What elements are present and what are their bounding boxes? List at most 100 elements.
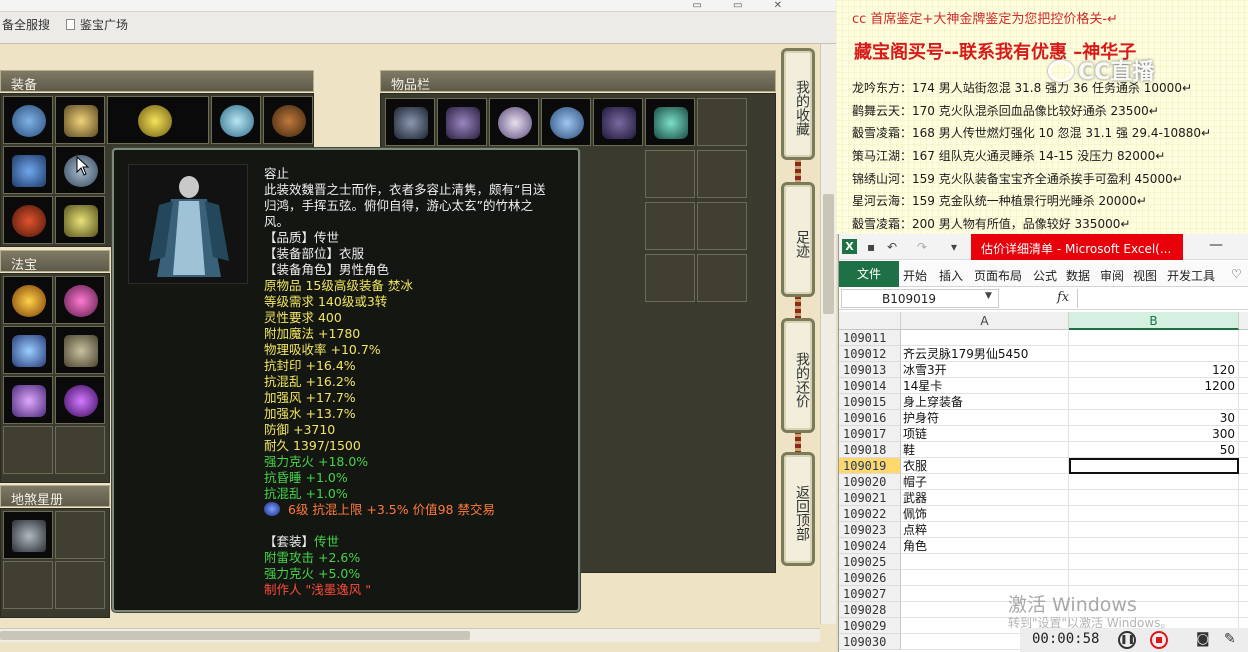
quick-access-dropdown-icon[interactable]: ▾	[951, 240, 957, 254]
game-vertical-scrollbar[interactable]	[820, 44, 836, 624]
window-controls[interactable]: ▭ ▭ ✕	[692, 0, 796, 11]
column-header-a[interactable]: A	[901, 312, 1069, 330]
fabao-slot-3[interactable]	[3, 326, 53, 374]
my-counteroffer-button[interactable]: 我的还价	[781, 318, 815, 433]
row-header[interactable]: 109011	[839, 330, 901, 346]
footprint-button[interactable]: 足迹	[781, 182, 815, 297]
file-tab[interactable]: 文件	[839, 261, 899, 287]
cell-c[interactable]	[1239, 378, 1248, 394]
cell-b[interactable]: 50	[1069, 442, 1239, 458]
fabao-slot-7[interactable]	[3, 426, 53, 474]
row-header[interactable]: 109026	[839, 570, 901, 586]
equip-slot-weapon-preview[interactable]	[107, 96, 209, 144]
bag-slot-5[interactable]	[593, 98, 643, 146]
scroll-thumb[interactable]	[0, 631, 470, 640]
row-header[interactable]: 109018	[839, 442, 901, 458]
row-header[interactable]: 109027	[839, 586, 901, 602]
row-header[interactable]: 109030	[839, 634, 901, 650]
xingce-slot-1[interactable]	[3, 511, 53, 559]
cell-c[interactable]	[1239, 426, 1248, 442]
tab-home[interactable]: 开始	[903, 267, 927, 284]
cell-c[interactable]	[1239, 394, 1248, 410]
bag-slot-9[interactable]	[697, 150, 747, 198]
bag-slot-6[interactable]	[645, 98, 695, 146]
cell-b[interactable]: 300	[1069, 426, 1239, 442]
tab-review[interactable]: 审阅	[1100, 267, 1124, 284]
tab-data[interactable]: 数据	[1066, 267, 1090, 284]
equip-slot-helmet[interactable]	[3, 96, 53, 144]
cell-c[interactable]	[1239, 570, 1248, 586]
cell-b[interactable]: 30	[1069, 410, 1239, 426]
cell-a[interactable]: 点粹	[901, 522, 1069, 538]
bag-slot-4[interactable]	[541, 98, 591, 146]
cell-c[interactable]	[1239, 602, 1248, 618]
cell-a[interactable]	[901, 570, 1069, 586]
pause-button[interactable]: ❚❚	[1118, 631, 1136, 649]
fabao-slot-5[interactable]	[3, 376, 53, 424]
row-header[interactable]: 109022	[839, 506, 901, 522]
xingce-slot-2[interactable]	[55, 511, 105, 559]
cell-c[interactable]	[1239, 442, 1248, 458]
tab-insert[interactable]: 插入	[939, 267, 963, 284]
camera-icon[interactable]: ◙	[1196, 631, 1210, 647]
equip-slot-necklace[interactable]	[55, 96, 105, 144]
row-header[interactable]: 109016	[839, 410, 901, 426]
row-header[interactable]: 109024	[839, 538, 901, 554]
name-box-dropdown-icon[interactable]: ▼	[985, 291, 992, 301]
cell-a[interactable]: 鞋	[901, 442, 1069, 458]
tab-view[interactable]: 视图	[1133, 267, 1157, 284]
cell-a[interactable]: 佩饰	[901, 506, 1069, 522]
bag-slot-3[interactable]	[489, 98, 539, 146]
row-header[interactable]: 109020	[839, 474, 901, 490]
cell-b[interactable]	[1069, 394, 1239, 410]
cell-a[interactable]	[901, 330, 1069, 346]
bag-slot-12[interactable]	[645, 254, 695, 302]
cell-b[interactable]	[1069, 474, 1239, 490]
row-header[interactable]: 109012	[839, 346, 901, 362]
bag-slot-1[interactable]	[385, 98, 435, 146]
tab-formulas[interactable]: 公式	[1033, 267, 1057, 284]
cell-c[interactable]	[1239, 522, 1248, 538]
undo-icon[interactable]: ↶	[887, 240, 897, 254]
game-horizontal-scrollbar[interactable]	[0, 628, 820, 642]
bag-slot-13[interactable]	[697, 254, 747, 302]
cell-a[interactable]: 身上穿装备	[901, 394, 1069, 410]
fabao-slot-2[interactable]	[55, 276, 105, 324]
row-header[interactable]: 109029	[839, 618, 901, 634]
insert-function-icon[interactable]: fx	[1057, 290, 1069, 305]
cell-c[interactable]	[1239, 474, 1248, 490]
row-header[interactable]: 109014	[839, 378, 901, 394]
back-to-top-button[interactable]: 返回顶部	[781, 452, 815, 566]
cell-a[interactable]: 帽子	[901, 474, 1069, 490]
cell-c[interactable]	[1239, 490, 1248, 506]
minimize-icon[interactable]: —	[1209, 237, 1223, 253]
tab-developer[interactable]: 开发工具	[1167, 267, 1215, 284]
save-icon[interactable]: ▪	[867, 240, 875, 254]
cell-b[interactable]	[1069, 538, 1239, 554]
fabao-slot-8[interactable]	[55, 426, 105, 474]
fabao-slot-6[interactable]	[55, 376, 105, 424]
equip-slot-weapon[interactable]	[3, 146, 53, 194]
fabao-slot-1[interactable]	[3, 276, 53, 324]
xingce-slot-4[interactable]	[55, 561, 105, 609]
stop-button[interactable]	[1150, 631, 1168, 649]
bag-slot-2[interactable]	[437, 98, 487, 146]
row-header[interactable]: 109013	[839, 362, 901, 378]
scroll-thumb[interactable]	[823, 194, 834, 314]
cell-b[interactable]	[1069, 346, 1239, 362]
row-header[interactable]: 109023	[839, 522, 901, 538]
cell-a[interactable]: 齐云灵脉179男仙5450	[901, 346, 1069, 362]
my-favorites-button[interactable]: 我的收藏	[781, 48, 815, 160]
bookmark-search[interactable]: 备全服搜	[2, 16, 50, 33]
column-header-b[interactable]: B	[1069, 312, 1239, 330]
tab-page-layout[interactable]: 页面布局	[974, 267, 1022, 284]
cell-a[interactable]: 武器	[901, 490, 1069, 506]
row-header[interactable]: 109028	[839, 602, 901, 618]
cell-b[interactable]	[1069, 506, 1239, 522]
row-header[interactable]: 109017	[839, 426, 901, 442]
row-header[interactable]: 109015	[839, 394, 901, 410]
cell-c[interactable]	[1239, 346, 1248, 362]
ribbon-collapse-icon[interactable]: ♡	[1231, 267, 1242, 281]
cell-b[interactable]	[1069, 570, 1239, 586]
bag-slot-11[interactable]	[697, 202, 747, 250]
